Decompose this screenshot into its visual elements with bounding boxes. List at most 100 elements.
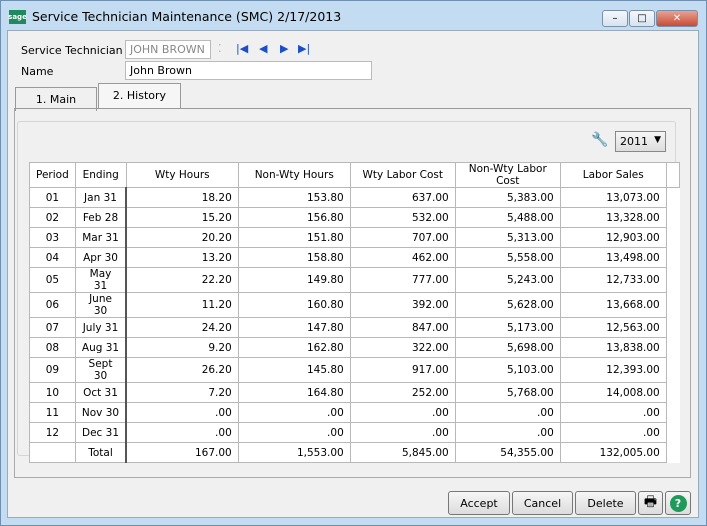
minimize-button[interactable]: –: [602, 10, 628, 27]
table-cell: 09: [29, 357, 76, 383]
table-cell: Dec 31: [74, 422, 128, 443]
table-cell: 156.80: [237, 207, 351, 228]
table-row[interactable]: 05 May 31 22.20 149.80 777.00 5,243.00 12,733.…: [29, 267, 680, 293]
year-select[interactable]: 2011 ▼: [615, 131, 666, 152]
table-cell: Mar 31: [74, 227, 128, 248]
table-cell: 13,498.00: [559, 247, 667, 268]
row-spacer: [666, 228, 679, 248]
table-row[interactable]: 01 Jan 31 18.20 153.80 637.00 5,383.00 13,073.…: [29, 187, 680, 208]
last-record-icon[interactable]: ▶|: [298, 42, 310, 55]
table-row[interactable]: 09 Sept 30 26.20 145.80 917.00 5,103.00 12,393…: [29, 357, 680, 383]
column-header[interactable]: Wty Hours: [125, 162, 239, 188]
row-spacer: [666, 318, 679, 338]
table-row[interactable]: 04 Apr 30 13.20 158.80 462.00 5,558.00 13,498.…: [29, 247, 680, 268]
table-cell: 322.00: [349, 337, 456, 358]
maximize-button[interactable]: □: [629, 10, 655, 27]
table-cell: 777.00: [349, 267, 456, 293]
row-spacer: [666, 188, 679, 208]
table-cell: Oct 31: [74, 382, 128, 403]
accept-button[interactable]: Accept: [448, 491, 510, 515]
history-table: Period Ending Wty Hours Non-Wty Hours Wty La…: [29, 162, 680, 463]
table-cell: 158.80: [237, 247, 351, 268]
table-cell: .00: [349, 422, 456, 443]
next-record-icon[interactable]: ▶: [280, 42, 288, 55]
previous-record-icon[interactable]: ◀: [259, 42, 267, 55]
table-cell: 26.20: [125, 357, 239, 383]
column-header[interactable]: Wty Labor Cost: [349, 162, 456, 188]
sage-logo: sage: [8, 9, 27, 24]
row-spacer: [666, 268, 679, 293]
table-cell: 12: [29, 422, 76, 443]
table-row[interactable]: 03 Mar 31 20.20 151.80 707.00 5,313.00 12,903.…: [29, 227, 680, 248]
table-cell: 5,173.00: [454, 317, 561, 338]
table-cell: 7.20: [125, 382, 239, 403]
table-cell: .00: [237, 422, 351, 443]
table-cell: 12,903.00: [559, 227, 667, 248]
table-cell: 5,383.00: [454, 187, 561, 208]
tools-icon[interactable]: 🔧: [591, 132, 608, 148]
column-header[interactable]: Ending: [74, 162, 127, 188]
lookup-icon[interactable]: ⁚: [218, 42, 222, 55]
table-cell: 03: [29, 227, 76, 248]
column-header[interactable]: Period: [29, 162, 76, 188]
table-cell: 12,563.00: [559, 317, 667, 338]
table-cell: 22.20: [125, 267, 239, 293]
table-cell: Total: [74, 442, 128, 463]
table-cell: 06: [29, 292, 76, 318]
row-spacer: [666, 208, 679, 228]
table-cell: 164.80: [237, 382, 351, 403]
table-cell: 5,313.00: [454, 227, 561, 248]
table-cell: 5,845.00: [349, 442, 456, 463]
table-row[interactable]: 10 Oct 31 7.20 164.80 252.00 5,768.00 14,008.0…: [29, 382, 680, 403]
column-header[interactable]: Labor Sales: [559, 162, 667, 188]
table-cell: .00: [559, 422, 667, 443]
table-row[interactable]: 02 Feb 28 15.20 156.80 532.00 5,488.00 13,328.…: [29, 207, 680, 228]
table-cell: July 31: [74, 317, 128, 338]
help-button[interactable]: ?: [665, 491, 691, 515]
delete-button[interactable]: Delete: [575, 491, 636, 515]
table-row[interactable]: Total 167.00 1,553.00 5,845.00 54,355.00 132,…: [29, 442, 680, 463]
table-cell: 14,008.00: [559, 382, 667, 403]
row-spacer: [666, 403, 679, 423]
row-spacer: [666, 338, 679, 358]
table-cell: 147.80: [237, 317, 351, 338]
title-bar: sage Service Technician Maintenance (SMC…: [8, 9, 341, 24]
table-cell: 5,628.00: [454, 292, 561, 318]
close-button[interactable]: ✕: [656, 10, 698, 27]
table-row[interactable]: 12 Dec 31.00.00.00.00.00: [29, 422, 680, 443]
table-cell: 13,328.00: [559, 207, 667, 228]
tech-input[interactable]: JOHN BROWN: [125, 40, 211, 59]
table-row[interactable]: 08 Aug 31 9.20 162.80 322.00 5,698.00 13,838.0…: [29, 337, 680, 358]
table-cell: 5,243.00: [454, 267, 561, 293]
table-cell: Apr 30: [74, 247, 128, 268]
column-header[interactable]: Non-Wty Hours: [237, 162, 351, 188]
help-icon: ?: [669, 494, 687, 512]
table-cell: 04: [29, 247, 76, 268]
table-cell: 05: [29, 267, 76, 293]
table-row[interactable]: 06 June 30 11.20 160.80 392.00 5,628.00 13,668…: [29, 292, 680, 318]
table-cell: 54,355.00: [454, 442, 561, 463]
table-cell: 13,073.00: [559, 187, 667, 208]
table-cell: 5,768.00: [454, 382, 561, 403]
first-record-icon[interactable]: |◀: [236, 42, 248, 55]
table-cell: .00: [559, 402, 667, 423]
table-cell: .00: [454, 422, 561, 443]
table-cell: 9.20: [125, 337, 239, 358]
table-row[interactable]: 07 July 31 24.20 147.80 847.00 5,173.00 12,563…: [29, 317, 680, 338]
cancel-button[interactable]: Cancel: [512, 491, 573, 515]
table-row[interactable]: 11 Nov 30.00.00.00.00.00: [29, 402, 680, 423]
printer-icon: 🖶: [643, 494, 658, 510]
table-cell: 24.20: [125, 317, 239, 338]
table-cell: Sept 30: [74, 357, 128, 383]
row-spacer: [666, 383, 679, 403]
table-cell: 07: [29, 317, 76, 338]
table-cell: 11.20: [125, 292, 239, 318]
column-header[interactable]: Non-Wty Labor Cost: [454, 162, 561, 188]
name-input[interactable]: John Brown: [125, 61, 372, 80]
table-cell: .00: [349, 402, 456, 423]
row-spacer: [666, 358, 679, 383]
tab-history[interactable]: 2. History: [98, 83, 181, 109]
print-button[interactable]: 🖶: [638, 491, 663, 515]
table-cell: 532.00: [349, 207, 456, 228]
table-cell: 08: [29, 337, 76, 358]
